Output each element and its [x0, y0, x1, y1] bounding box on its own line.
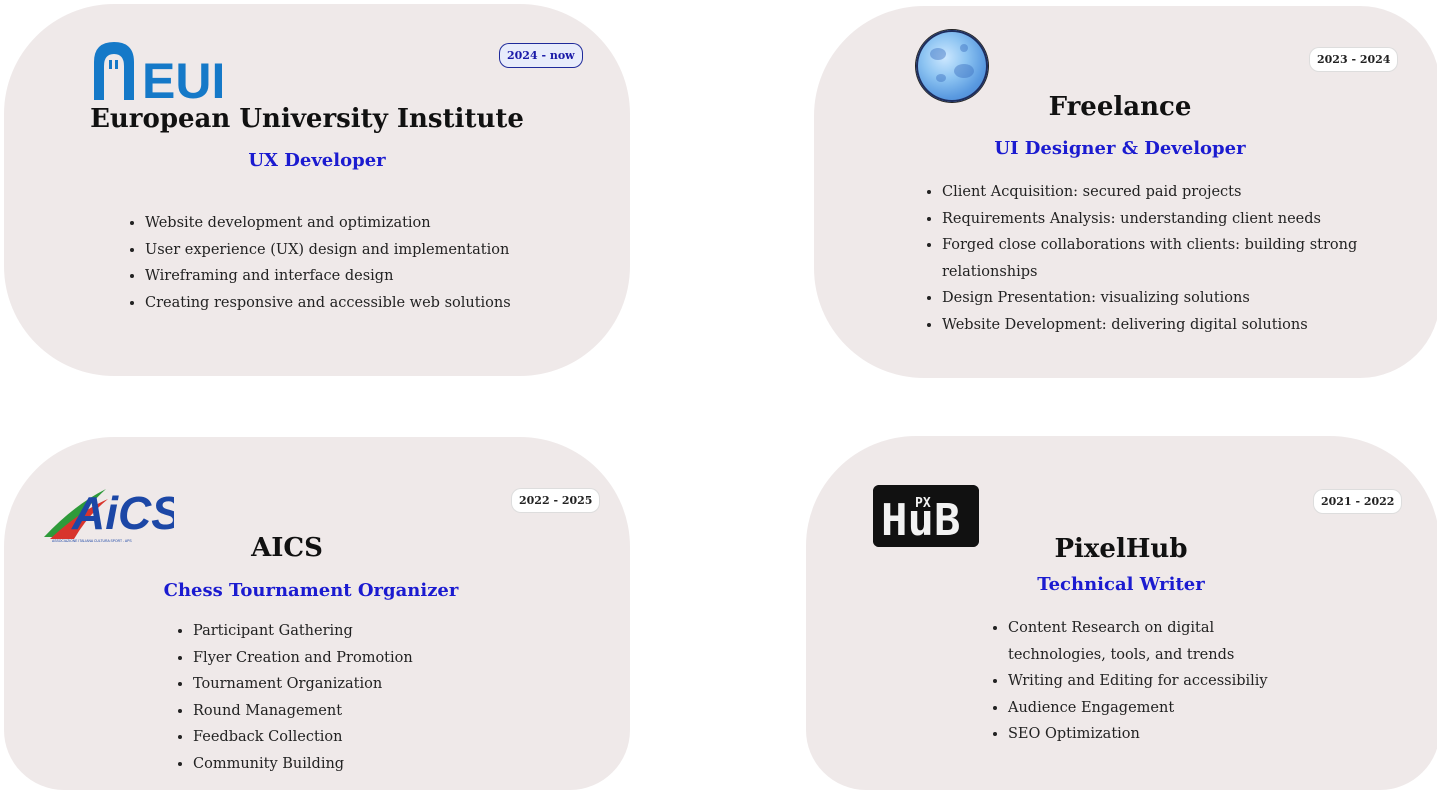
- svg-text:PX: PX: [915, 496, 931, 511]
- org-title: AICS: [251, 533, 323, 563]
- list-item: Forged close collaborations with clients…: [942, 232, 1392, 285]
- list-item: Requirements Analysis: understanding cli…: [942, 206, 1392, 233]
- experience-card-pixelhub: HuB PX 2021 - 2022 PixelHub Technical Wr…: [806, 436, 1437, 790]
- role-title: UI Designer & Developer: [994, 138, 1246, 159]
- list-item: Round Management: [193, 698, 413, 725]
- list-item: Content Research on digital technologies…: [1008, 615, 1298, 668]
- role-title: UX Developer: [248, 150, 386, 171]
- duties-list: Content Research on digital technologies…: [990, 615, 1298, 748]
- experience-card-freelance: 2023 - 2024 Freelance UI Designer & Deve…: [814, 6, 1437, 378]
- org-title: Freelance: [1048, 92, 1192, 122]
- eui-logo-icon: EUI: [94, 42, 222, 100]
- experience-card-aics: AiCS ASSOCIAZIONE ITALIANA CULTURA SPORT…: [4, 437, 630, 790]
- duties-list: Participant Gathering Flyer Creation and…: [175, 618, 413, 777]
- list-item: Design Presentation: visualizing solutio…: [942, 285, 1392, 312]
- period-badge: 2024 - now: [500, 44, 582, 67]
- list-item: Client Acquisition: secured paid project…: [942, 179, 1392, 206]
- experience-card-eui: EUI 2024 - now European University Insti…: [4, 4, 630, 376]
- role-title: Chess Tournament Organizer: [163, 580, 459, 601]
- list-item: Wireframing and interface design: [145, 263, 511, 290]
- list-item: Website development and optimization: [145, 210, 511, 237]
- period-badge: 2023 - 2024: [1310, 48, 1398, 71]
- list-item: Flyer Creation and Promotion: [193, 645, 413, 672]
- org-title: PixelHub: [1054, 534, 1188, 564]
- list-item: Tournament Organization: [193, 671, 413, 698]
- role-title: Technical Writer: [1037, 574, 1205, 595]
- period-badge: 2021 - 2022: [1314, 490, 1402, 513]
- list-item: User experience (UX) design and implemen…: [145, 237, 511, 264]
- list-item: Creating responsive and accessible web s…: [145, 290, 511, 317]
- list-item: Participant Gathering: [193, 618, 413, 645]
- svg-text:AiCS: AiCS: [71, 487, 174, 539]
- period-badge: 2022 - 2025: [512, 489, 600, 512]
- list-item: Audience Engagement: [1008, 695, 1298, 722]
- svg-text:EUI: EUI: [142, 53, 222, 100]
- list-item: Writing and Editing for accessibiliy: [1008, 668, 1298, 695]
- org-title: European University Institute: [90, 104, 524, 134]
- list-item: Community Building: [193, 751, 413, 778]
- duties-list: Website development and optimization Use…: [127, 210, 511, 316]
- list-item: SEO Optimization: [1008, 721, 1298, 748]
- list-item: Website Development: delivering digital …: [942, 312, 1392, 339]
- duties-list: Client Acquisition: secured paid project…: [924, 179, 1392, 338]
- list-item: Feedback Collection: [193, 724, 413, 751]
